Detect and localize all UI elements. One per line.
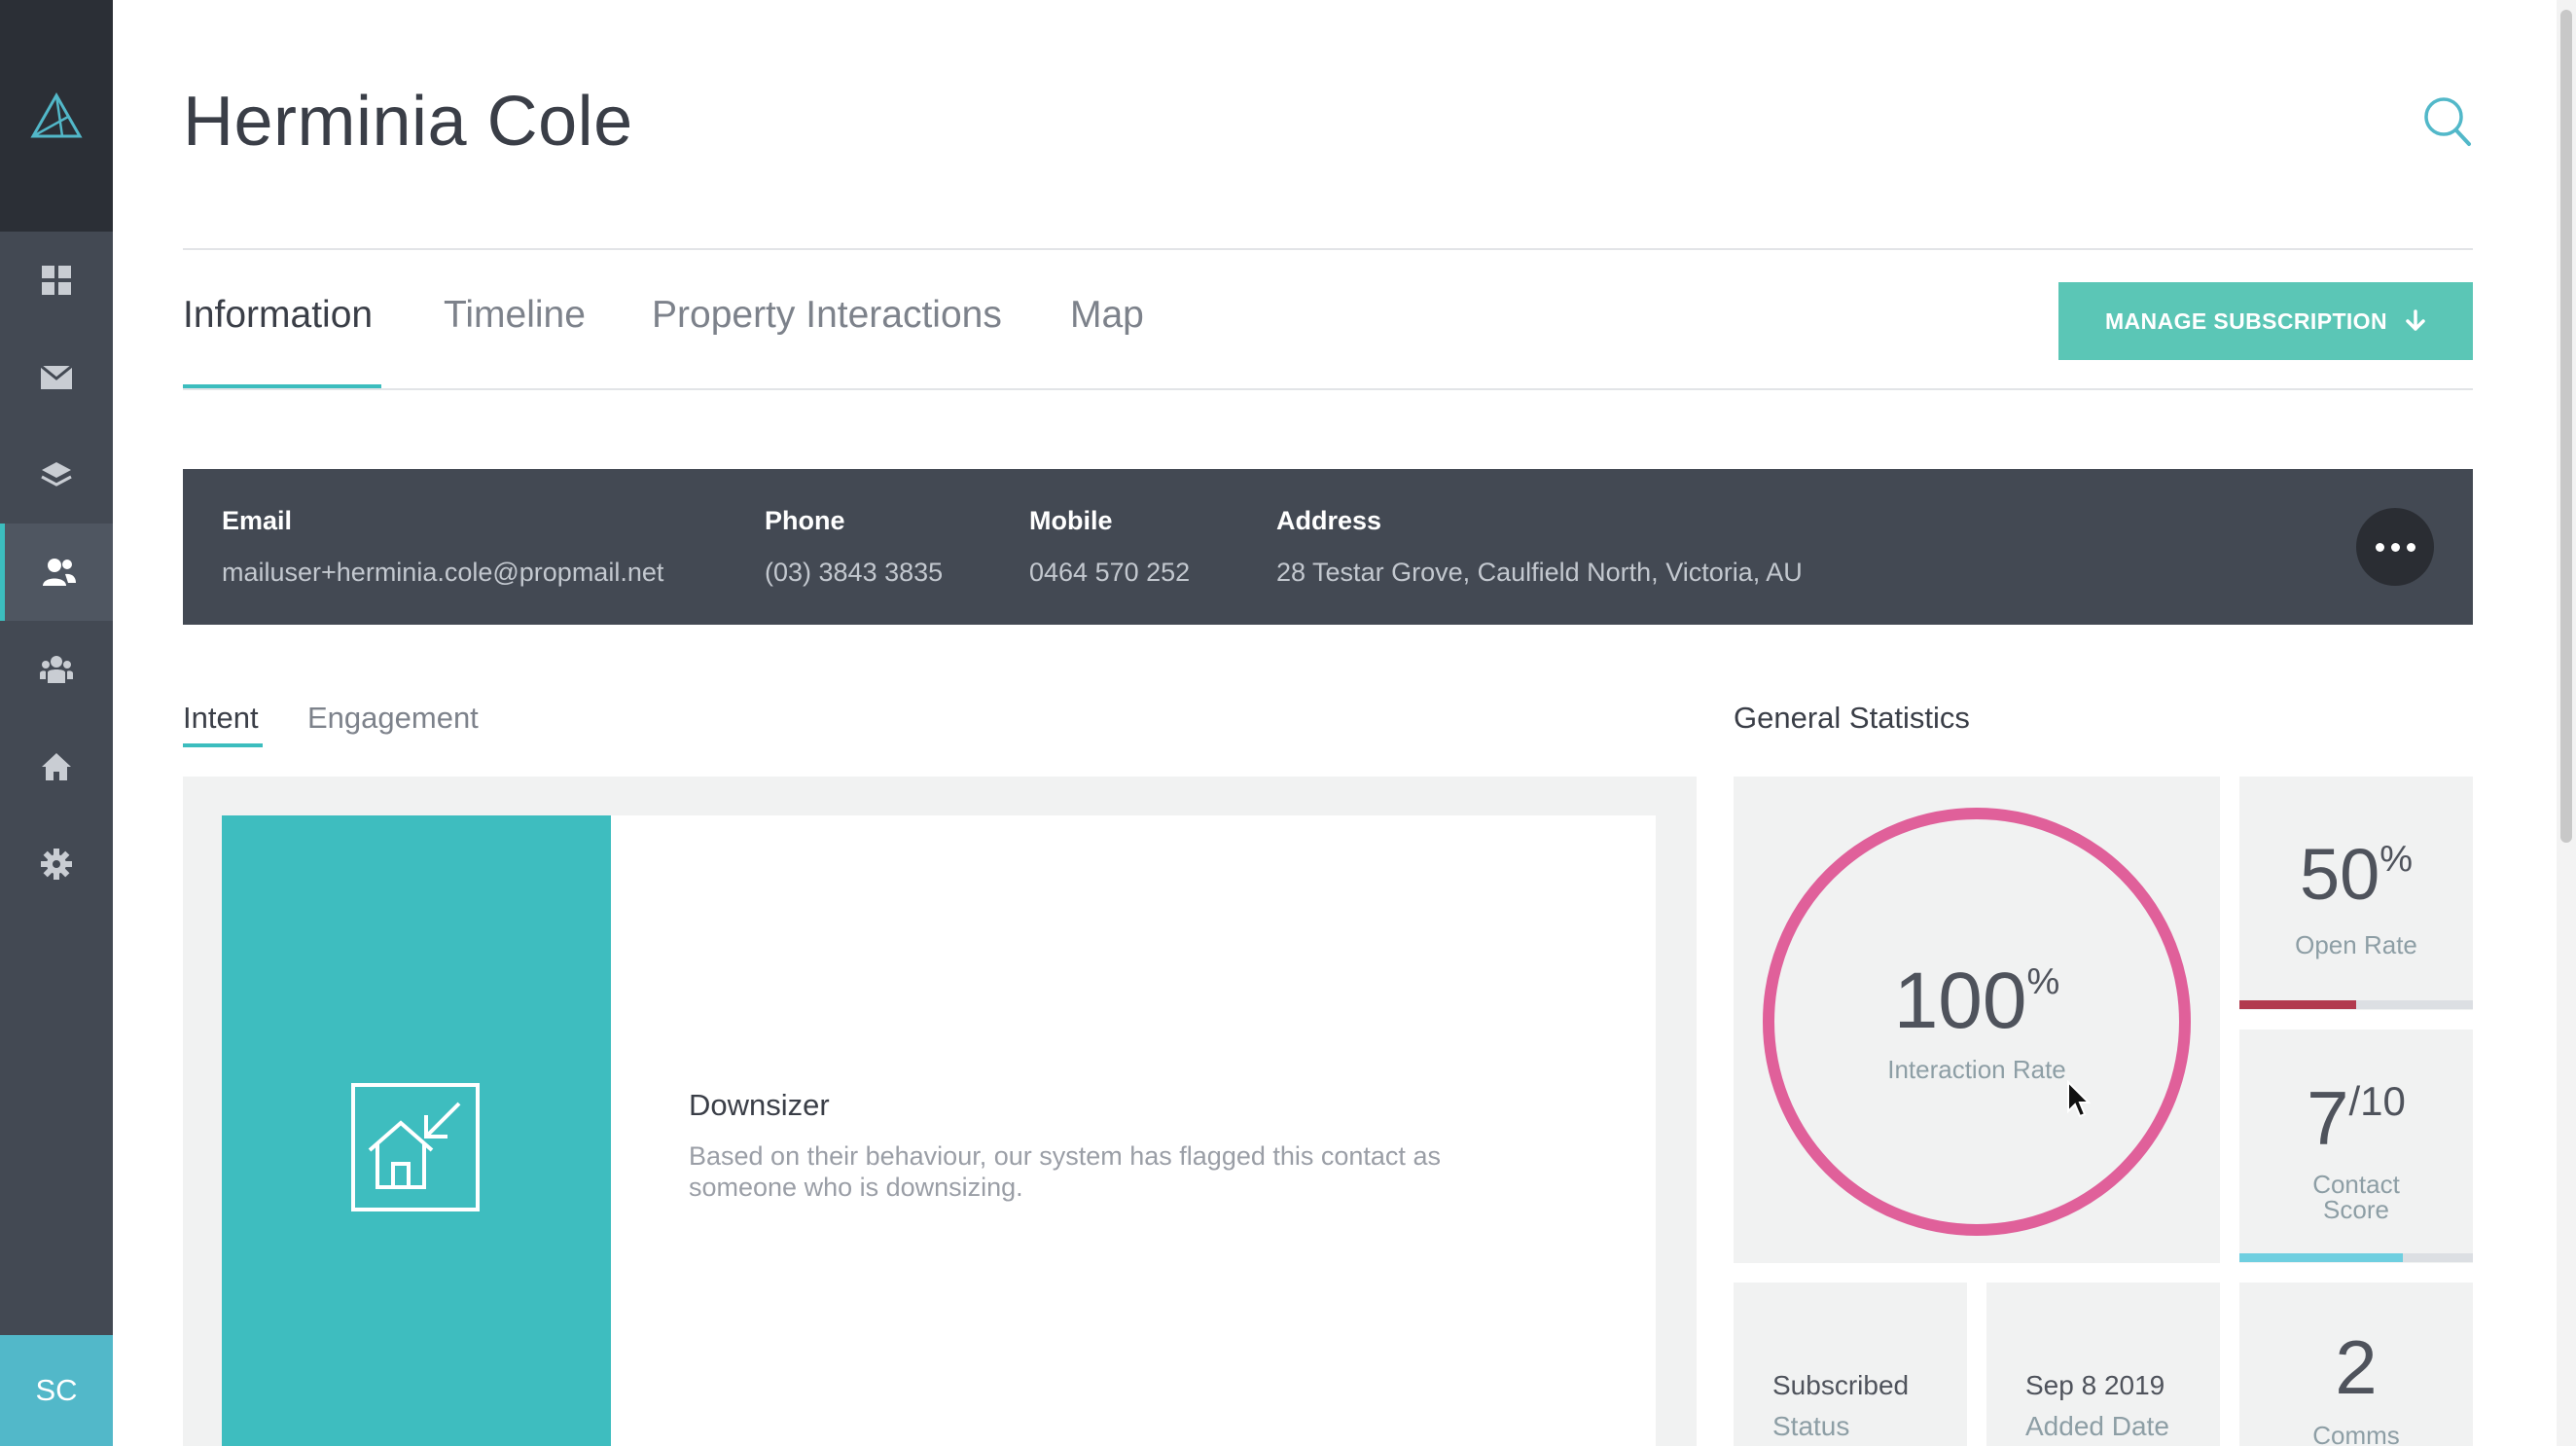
- sidebar-item-dashboard[interactable]: [0, 232, 113, 329]
- search-button[interactable]: [2420, 93, 2475, 152]
- sidebar-item-settings[interactable]: [0, 815, 113, 913]
- mouse-cursor-icon: [2067, 1080, 2092, 1118]
- intent-description: Based on their behaviour, our system has…: [689, 1141, 1441, 1202]
- contact-address: Address 28 Testar Grove, Caulfield North…: [1276, 506, 1803, 588]
- layers-icon: [41, 462, 72, 487]
- manage-subscription-label: MANAGE SUBSCRIPTION: [2104, 307, 2387, 334]
- avatar[interactable]: SC: [0, 1335, 113, 1446]
- scrollbar-thumb[interactable]: [2560, 10, 2572, 843]
- sidebar: SC: [0, 0, 113, 1446]
- phone-label: Phone: [765, 506, 845, 535]
- contacts-icon: [42, 559, 76, 586]
- manage-subscription-button[interactable]: MANAGE SUBSCRIPTION: [2058, 282, 2473, 360]
- grid-icon: [42, 266, 71, 295]
- arrow-down-icon: [2406, 309, 2425, 331]
- tab-map[interactable]: Map: [1070, 294, 1144, 337]
- email-value[interactable]: mailuser+herminia.cole@propmail.net: [222, 558, 663, 588]
- contact-score-value: 7/10: [2307, 1075, 2406, 1161]
- contact-phone: Phone (03) 3843 3835: [765, 506, 943, 588]
- contact-mobile: Mobile 0464 570 252: [1029, 506, 1190, 588]
- subtab-engagement[interactable]: Engagement: [307, 701, 479, 736]
- address-value: 28 Testar Grove, Caulfield North, Victor…: [1276, 558, 1803, 587]
- triangle-logo-icon: [30, 91, 83, 138]
- phone-value[interactable]: (03) 3843 3835: [765, 558, 943, 588]
- status-label: Status: [1772, 1411, 1850, 1441]
- group-icon: [40, 656, 73, 683]
- sidebar-item-groups[interactable]: [0, 621, 113, 718]
- more-options-button[interactable]: [2356, 508, 2434, 586]
- status-value: Subscribed: [1772, 1370, 1910, 1400]
- address-label: Address: [1276, 506, 1382, 535]
- sidebar-item-properties[interactable]: [0, 718, 113, 815]
- open-rate-label: Open Rate: [2295, 930, 2417, 959]
- contact-details-bar: Email mailuser+herminia.cole@propmail.ne…: [183, 469, 2473, 625]
- header-divider: [183, 248, 2473, 250]
- envelope-icon: [40, 364, 73, 389]
- gear-icon: [41, 849, 72, 880]
- page-title: Herminia Cole: [183, 83, 633, 161]
- search-icon: [2424, 97, 2471, 146]
- sidebar-item-contacts[interactable]: [0, 524, 113, 621]
- logo[interactable]: [0, 0, 113, 232]
- mobile-value[interactable]: 0464 570 252: [1029, 558, 1190, 588]
- email-label: Email: [222, 506, 293, 535]
- home-icon: [42, 753, 71, 780]
- tab-information[interactable]: Information: [183, 294, 373, 337]
- sidebar-item-mail[interactable]: [0, 329, 113, 426]
- downsize-home-icon: [350, 1082, 481, 1212]
- added-date-label: Added Date: [2025, 1411, 2169, 1441]
- tab-property-interactions[interactable]: Property Interactions: [652, 294, 1002, 337]
- contact-score-bar-fill: [2239, 1253, 2403, 1262]
- open-rate-value: 50%: [2299, 834, 2414, 915]
- intent-title: Downsizer: [689, 1088, 830, 1122]
- general-statistics-title: General Statistics: [1734, 701, 1970, 735]
- interaction-rate-label: Interaction Rate: [1887, 1055, 2066, 1084]
- interaction-rate-value: 100%: [1893, 957, 2060, 1045]
- status-card: [1734, 1283, 1967, 1446]
- added-date-value: Sep 8 2019: [2025, 1370, 2165, 1400]
- sidebar-item-layers[interactable]: [0, 426, 113, 524]
- contact-email: Email mailuser+herminia.cole@propmail.ne…: [222, 506, 663, 588]
- ellipsis-icon: [2375, 542, 2384, 552]
- contact-score-label: Contact Score: [2312, 1170, 2400, 1224]
- open-rate-bar-fill: [2239, 1000, 2356, 1009]
- contact-score-bar: [2239, 1253, 2473, 1262]
- comms-value: 2: [2335, 1324, 2378, 1410]
- tabs-divider: [183, 388, 2473, 390]
- open-rate-bar: [2239, 1000, 2473, 1009]
- comms-label: Comms: [2312, 1421, 2400, 1446]
- tab-timeline[interactable]: Timeline: [444, 294, 586, 337]
- subtab-intent[interactable]: Intent: [183, 701, 259, 736]
- active-subtab-indicator: [183, 743, 263, 747]
- mobile-label: Mobile: [1029, 506, 1113, 535]
